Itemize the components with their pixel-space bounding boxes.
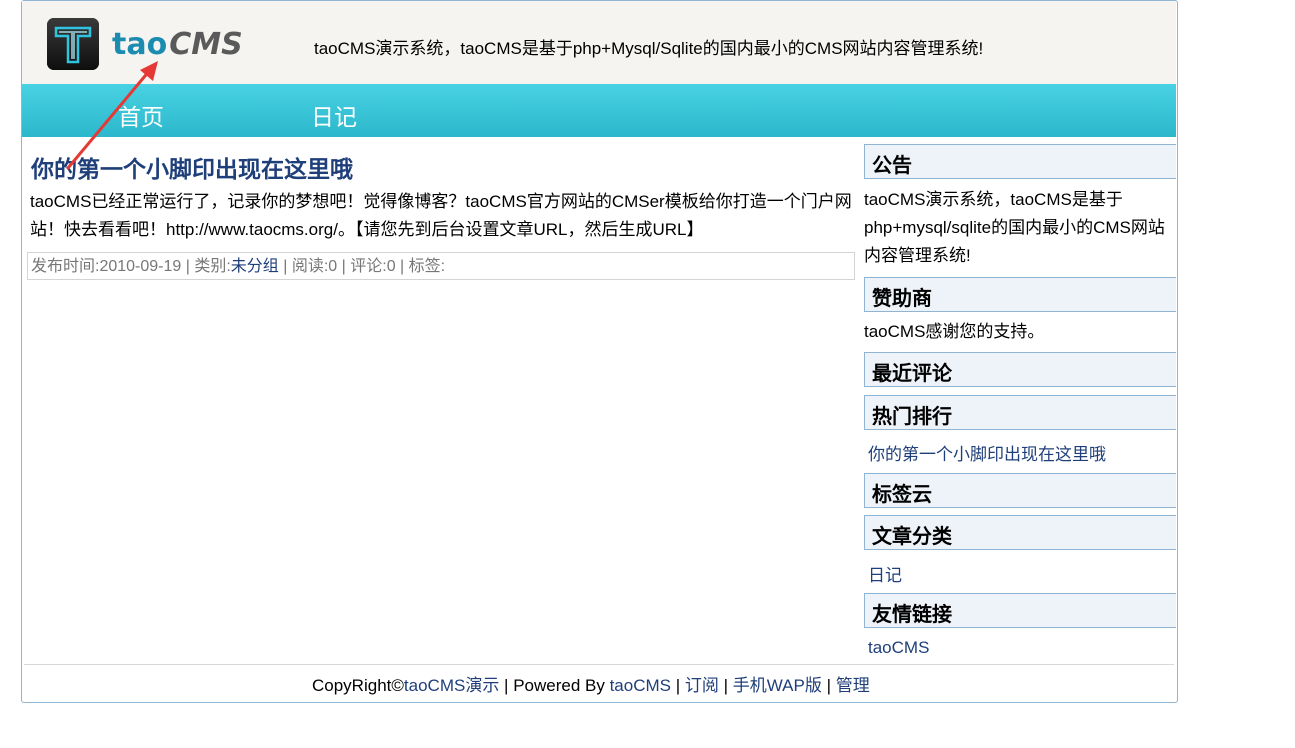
logo-tao: tao: [112, 27, 168, 62]
sidebar-notice-title: 公告: [872, 153, 912, 177]
sidebar-tags-title: 标签云: [872, 482, 932, 506]
post-title-link[interactable]: 你的第一个小脚印出现在这里哦: [31, 150, 353, 184]
footer-admin-link[interactable]: 管理: [836, 676, 870, 695]
footer-powered: | Powered By: [499, 676, 610, 695]
footer-sep: |: [671, 676, 685, 695]
footer-demo-link[interactable]: taoCMS演示: [404, 676, 499, 695]
sidebar-recent-comments-header: 最近评论: [864, 352, 1176, 387]
sidebar-links-header: 友情链接: [864, 593, 1176, 628]
footer-sep: |: [821, 676, 836, 695]
sidebar-hot-header: 热门排行: [864, 395, 1176, 430]
site-logo-text[interactable]: taoCMS: [112, 22, 243, 68]
footer-wap-link[interactable]: 手机WAP版: [733, 676, 822, 695]
sidebar-categories-title: 文章分类: [872, 524, 952, 548]
site-footer: CopyRight©taoCMS演示 | Powered By taoCMS |…: [312, 671, 870, 696]
sidebar-tags-header: 标签云: [864, 473, 1176, 508]
footer-taocms-link[interactable]: taoCMS: [610, 676, 671, 695]
footer-subscribe-link[interactable]: 订阅: [685, 676, 719, 695]
sidebar-notice-text: taoCMS演示系统，taoCMS是基于php+mysql/sqlite的国内最…: [864, 190, 1165, 265]
sidebar-sponsor-title: 赞助商: [872, 286, 932, 310]
sidebar-sponsor-text: taoCMS感谢您的支持。: [864, 322, 1045, 341]
sidebar-friend-link[interactable]: taoCMS: [868, 638, 929, 658]
sidebar-links-title: 友情链接: [872, 602, 952, 626]
sidebar-hot-item-link[interactable]: 你的第一个小脚印出现在这里哦: [868, 440, 1106, 465]
taocms-logo-icon[interactable]: [47, 18, 99, 70]
sidebar-hot-title: 热门排行: [872, 404, 952, 428]
footer-copyright: CopyRight©: [312, 676, 404, 695]
post-meta-prefix: 发布时间:2010-09-19 | 类别:: [31, 258, 231, 275]
footer-divider: [24, 664, 1174, 665]
post-meta-suffix: | 阅读:0 | 评论:0 | 标签:: [278, 258, 446, 275]
sidebar-category-diary-link[interactable]: 日记: [868, 561, 902, 586]
logo-cms: CMS: [169, 27, 243, 62]
post-body: taoCMS已经正常运行了，记录你的梦想吧！觉得像博客？taoCMS官方网站的C…: [30, 192, 852, 239]
sidebar-recent-comments-title: 最近评论: [872, 361, 952, 385]
main-nav: 首页 日记: [22, 84, 1176, 137]
post-category-link[interactable]: 未分组: [231, 258, 279, 275]
site-tagline: taoCMS演示系统，taoCMS是基于php+Mysql/Sqlite的国内最…: [314, 39, 984, 58]
nav-diary-link[interactable]: 日记: [311, 98, 357, 132]
post-meta: 发布时间:2010-09-19 | 类别:未分组 | 阅读:0 | 评论:0 |…: [27, 252, 855, 280]
sidebar-categories-header: 文章分类: [864, 515, 1176, 550]
nav-home-link[interactable]: 首页: [118, 98, 164, 132]
footer-sep: |: [718, 676, 733, 695]
sidebar-notice-header: 公告: [864, 144, 1176, 179]
sidebar-sponsor-header: 赞助商: [864, 277, 1176, 312]
